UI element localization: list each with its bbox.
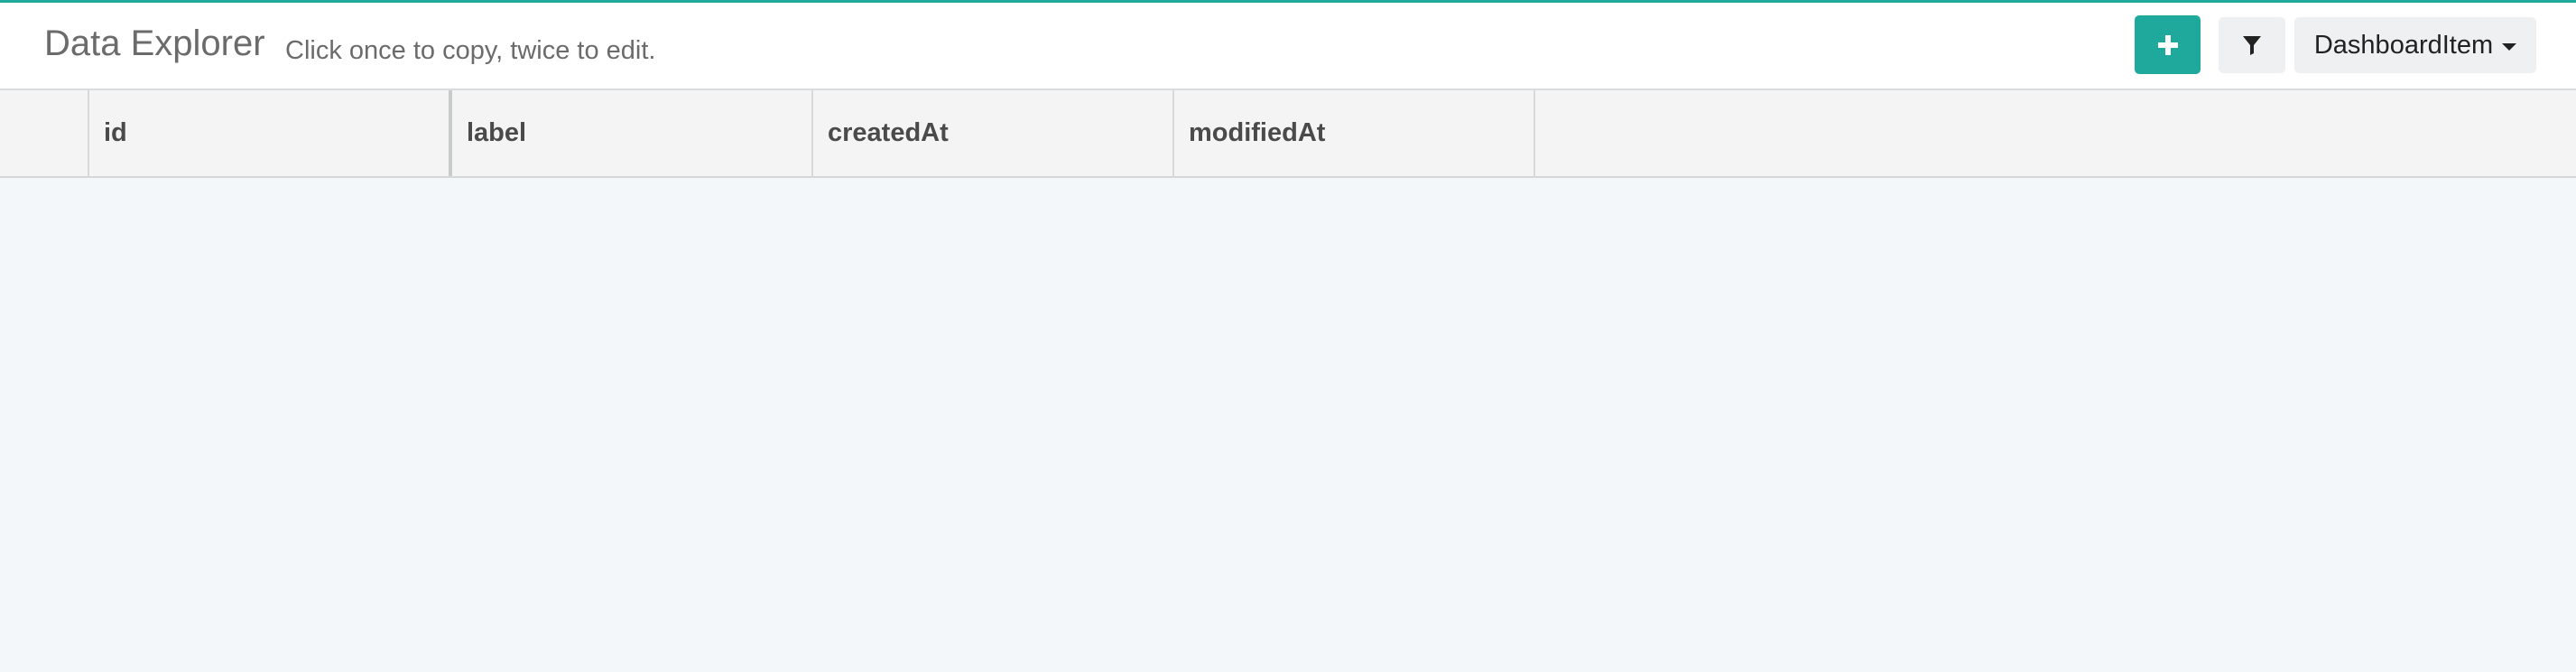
caret-down-icon <box>2502 43 2517 51</box>
column-header-id[interactable]: id <box>89 90 452 176</box>
model-select-value: DashboardItem <box>2313 30 2494 60</box>
column-header-createdAt[interactable]: createdAt <box>813 90 1174 176</box>
app-header: Data Explorer Click once to copy, twice … <box>0 3 2576 90</box>
page-title: Data Explorer <box>44 23 265 63</box>
model-select-dropdown[interactable]: DashboardItem <box>2294 17 2536 73</box>
filter-button[interactable] <box>2219 17 2285 73</box>
column-header-modifiedAt[interactable]: modifiedAt <box>1174 90 1535 176</box>
grid-body-empty <box>0 178 2576 672</box>
plus-icon <box>2157 34 2178 55</box>
add-button[interactable] <box>2135 15 2201 74</box>
row-select-column-header[interactable] <box>0 90 89 176</box>
grid-header-row: id label createdAt modifiedAt <box>0 90 2576 178</box>
column-header-label[interactable]: label <box>452 90 813 176</box>
filter-icon <box>2243 36 2261 55</box>
page-subtitle: Click once to copy, twice to edit. <box>285 36 656 65</box>
